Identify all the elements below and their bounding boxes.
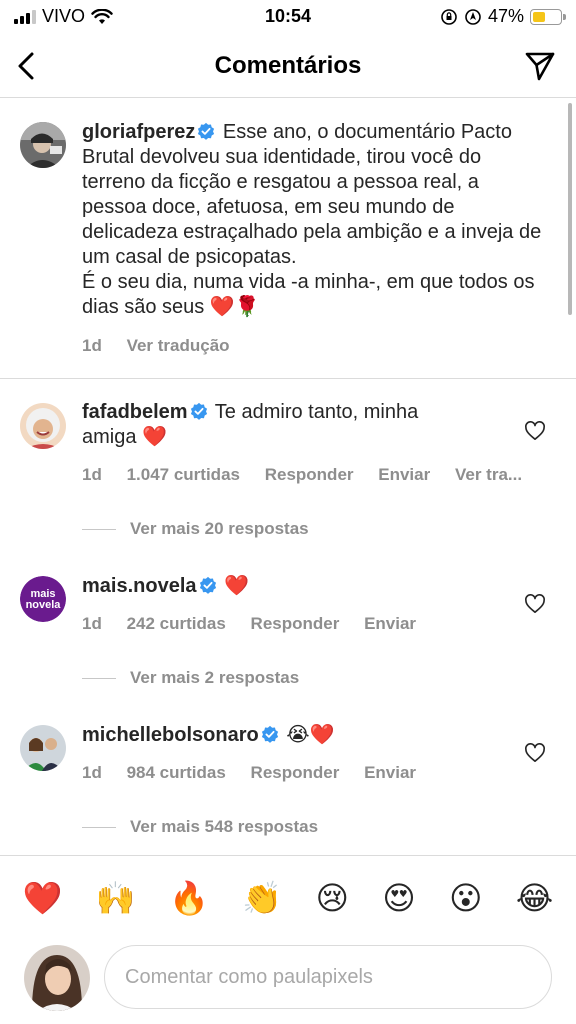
- comment-time: 1d: [82, 614, 102, 633]
- like-heart-icon[interactable]: [524, 421, 546, 441]
- comment-meta: 1d 242 curtidas Responder Enviar: [82, 614, 436, 634]
- likes-count[interactable]: 984 curtidas: [127, 763, 226, 782]
- avatar[interactable]: [20, 403, 66, 449]
- reaction-heart-eyes[interactable]: 😍: [382, 880, 415, 916]
- send-button[interactable]: Enviar: [364, 763, 416, 782]
- like-heart-icon[interactable]: [524, 743, 546, 763]
- caption-meta: 1d Ver tradução: [82, 336, 250, 356]
- send-button[interactable]: Enviar: [364, 614, 416, 633]
- view-replies[interactable]: Ver mais 548 respostas: [82, 817, 318, 837]
- battery-level: [533, 11, 546, 22]
- caption: gloriafperez Esse ano, o documentário Pa…: [0, 99, 576, 379]
- verified-badge-icon: [261, 725, 278, 743]
- caption-body: Esse ano, o documentário Pacto Brutal de…: [82, 121, 542, 268]
- chevron-left-icon: [18, 52, 34, 80]
- avatar: [24, 945, 90, 1011]
- reaction-laughing[interactable]: 😂: [516, 880, 553, 916]
- view-replies-label[interactable]: Ver mais 2 respostas: [130, 668, 299, 688]
- reply-button[interactable]: Responder: [251, 614, 340, 633]
- avatar[interactable]: [20, 122, 66, 168]
- comment-body: ❤️: [224, 575, 249, 597]
- comment-text: michellebolsonaro 😭❤️: [82, 723, 462, 748]
- comment-time: 1d: [82, 763, 102, 782]
- orientation-lock-icon: [441, 8, 457, 25]
- caption-body-2: É o seu dia, numa vida -a minha-, em que…: [82, 271, 535, 318]
- view-replies[interactable]: Ver mais 20 respostas: [82, 519, 309, 539]
- reaction-crying[interactable]: 😢: [316, 880, 349, 916]
- comment-time: 1d: [82, 465, 102, 484]
- caption-text: gloriafperez Esse ano, o documentário Pa…: [82, 120, 542, 320]
- quick-reactions-bar: ❤️ 🙌 🔥 👏 😢 😍 😮 😂: [0, 855, 576, 939]
- like-heart-icon[interactable]: [524, 594, 546, 614]
- comments-list[interactable]: gloriafperez Esse ano, o documentário Pa…: [0, 99, 576, 855]
- back-button[interactable]: [8, 46, 44, 86]
- comment-time: 1d: [82, 336, 102, 355]
- battery-icon: [530, 8, 566, 25]
- battery-percent: 47%: [487, 6, 524, 26]
- verified-badge-icon: [199, 576, 216, 594]
- comment-meta: 1d 1.047 curtidas Responder Enviar Ver t…: [82, 465, 542, 485]
- view-replies-label[interactable]: Ver mais 548 respostas: [130, 817, 318, 837]
- reaction-raised-hands[interactable]: 🙌: [96, 880, 136, 916]
- verified-badge-icon: [198, 122, 215, 140]
- divider: [82, 677, 116, 679]
- header: Comentários: [0, 34, 576, 98]
- reply-button[interactable]: Responder: [251, 763, 340, 782]
- comment-body: 😭❤️: [286, 724, 335, 746]
- comment-text: mais.novela ❤️: [82, 574, 462, 599]
- status-bar: VIVO 10:54 47%: [0, 0, 576, 34]
- username[interactable]: fafadbelem: [82, 401, 188, 423]
- share-button[interactable]: [522, 48, 558, 84]
- likes-count[interactable]: 1.047 curtidas: [127, 465, 240, 484]
- paper-plane-icon: [525, 52, 555, 81]
- username[interactable]: mais.novela: [82, 575, 197, 597]
- comment-text: fafadbelem Te admiro tanto, minha amiga …: [82, 400, 462, 450]
- comment-input[interactable]: [104, 945, 552, 1009]
- translate-link[interactable]: Ver tradução: [127, 336, 230, 355]
- reaction-surprised[interactable]: 😮: [449, 880, 482, 916]
- likes-count[interactable]: 242 curtidas: [127, 614, 226, 633]
- reply-button[interactable]: Responder: [265, 465, 354, 484]
- send-button[interactable]: Enviar: [378, 465, 430, 484]
- verified-badge-icon: [190, 402, 207, 420]
- reaction-heart[interactable]: ❤️: [23, 880, 63, 916]
- avatar[interactable]: [20, 725, 66, 771]
- divider: [82, 826, 116, 828]
- reaction-fire[interactable]: 🔥: [169, 880, 209, 916]
- view-replies[interactable]: Ver mais 2 respostas: [82, 668, 299, 688]
- comment-meta: 1d 984 curtidas Responder Enviar: [82, 763, 436, 783]
- status-right: 47%: [440, 6, 566, 27]
- view-replies-label[interactable]: Ver mais 20 respostas: [130, 519, 309, 539]
- divider: [82, 528, 116, 530]
- username[interactable]: gloriafperez: [82, 121, 195, 143]
- avatar[interactable]: mais novela: [20, 576, 66, 622]
- location-icon: [465, 8, 481, 25]
- avatar-text: novela: [26, 599, 62, 611]
- comment-composer: [0, 939, 576, 1024]
- translate-link[interactable]: Ver tra...: [455, 465, 522, 484]
- reaction-clap[interactable]: 👏: [242, 880, 282, 916]
- page-title: Comentários: [214, 52, 362, 79]
- username[interactable]: michellebolsonaro: [82, 724, 259, 746]
